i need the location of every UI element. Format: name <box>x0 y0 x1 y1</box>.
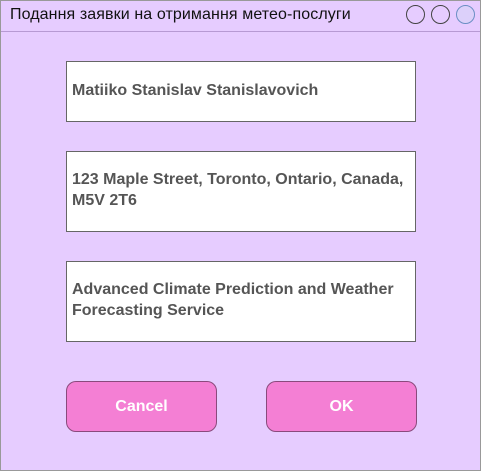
service-field[interactable]: Advanced Climate Prediction and Weather … <box>66 261 416 342</box>
window-button-3[interactable] <box>456 5 475 24</box>
address-field[interactable]: 123 Maple Street, Toronto, Ontario, Cana… <box>66 151 416 232</box>
window-button-2[interactable] <box>431 5 450 24</box>
dialog-window: Подання заявки на отримання метео-послуг… <box>0 0 481 471</box>
ok-button[interactable]: OK <box>266 381 417 432</box>
window-button-1[interactable] <box>406 5 425 24</box>
window-title: Подання заявки на отримання метео-послуг… <box>10 6 351 23</box>
cancel-button[interactable]: Cancel <box>66 381 217 432</box>
title-bar: Подання заявки на отримання метео-послуг… <box>1 1 480 32</box>
name-field[interactable]: Matiiko Stanislav Stanislavovich <box>66 61 416 122</box>
